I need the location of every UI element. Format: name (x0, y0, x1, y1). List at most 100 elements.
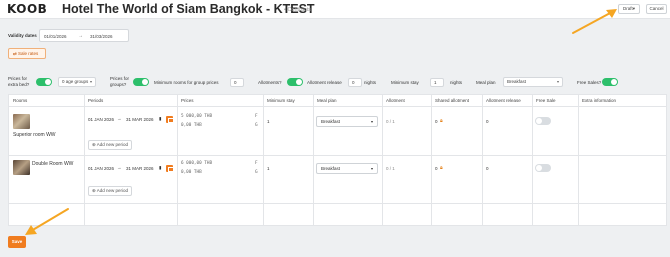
price-tag: F (255, 114, 258, 119)
validity-label: Validity dates (8, 33, 37, 38)
divider (177, 95, 178, 225)
breadcrumb[interactable]: • Contracts (284, 7, 311, 13)
min-stay-value[interactable]: 1 (267, 119, 270, 124)
column-header: Allotment (386, 98, 405, 103)
add-new-period-button[interactable]: ⊕ Add new period (88, 186, 133, 196)
age-groups-select[interactable]: 0 age groups ▾ (58, 77, 96, 87)
calendar-icon[interactable] (166, 165, 174, 172)
chevron-down-icon: ▾ (89, 79, 92, 84)
annotation-arrow-icon (25, 208, 69, 235)
divider (532, 95, 533, 225)
free-sales-label: Free Sales? (577, 80, 602, 85)
koob-logo[interactable]: KOOB (7, 2, 47, 16)
periods-table: Rooms Periods Prices Minimum stay Meal p… (8, 94, 667, 226)
divider (84, 95, 85, 225)
meal-plan-select[interactable]: Breakfast ▾ (316, 116, 378, 127)
draft-status-dropdown[interactable]: Draft▾ (618, 4, 640, 14)
column-header: Minimum stay (267, 98, 295, 103)
sale-rates-button[interactable]: ⇄ Sale rates (8, 48, 46, 59)
min-rooms-label: Minimum rooms for group prices (154, 80, 219, 85)
meal-plan-value: Breakfast (321, 119, 341, 124)
price-value: 0,00 THB (181, 170, 202, 175)
arrow-right-icon: → (117, 165, 122, 170)
min-stay-label: Minimum stay (391, 80, 419, 85)
nights-label-1: nights (364, 80, 377, 85)
draft-label: Draft (622, 6, 633, 11)
shared-allotment-value[interactable]: 0 (435, 166, 438, 171)
divider (382, 95, 383, 225)
allotment-value[interactable]: 0 / 1 (386, 119, 395, 124)
groups-label-1: Prices for (110, 76, 130, 81)
room-photo (13, 160, 30, 175)
divider (482, 95, 483, 225)
price-value: 0,00 THB (181, 123, 202, 128)
date-from: 01/01/2026 (44, 34, 67, 39)
allotment-release-value[interactable]: 0 (486, 119, 489, 124)
extra-bed-toggle[interactable] (36, 78, 52, 86)
chevron-down-icon: ▾ (370, 119, 373, 124)
divider (9, 203, 666, 204)
allotment-value[interactable]: 0 / 1 (386, 166, 395, 171)
arrow-right-icon: → (117, 116, 122, 121)
lock-icon[interactable]: 🔒︎ (440, 118, 443, 124)
column-header: Free Sale (536, 98, 556, 103)
meal-plan-select[interactable]: Breakfast ▾ (316, 163, 378, 174)
room-name: Superior room WW (13, 132, 56, 138)
allotment-release-value[interactable]: 0 (486, 166, 489, 171)
min-stay-input[interactable]: 1 (430, 78, 444, 87)
allotments-toggle[interactable] (287, 78, 303, 86)
arrow-right-icon: → (78, 33, 83, 39)
meal-plan-select[interactable]: Breakfast ▾ (503, 77, 563, 87)
free-sales-toggle[interactable] (602, 78, 618, 86)
divider (578, 95, 579, 225)
price-tag: G (255, 123, 258, 128)
annotation-arrow-icon (572, 9, 617, 34)
price-tag: F (255, 161, 258, 166)
contract-page: KOOB Hotel The World of Siam Bangkok - K… (0, 0, 670, 257)
divider (313, 95, 314, 225)
calendar-icon[interactable] (166, 116, 174, 123)
delete-period-icon[interactable]: ▮ (159, 165, 161, 171)
column-header: Extra information (582, 98, 617, 103)
meal-plan-label: Meal plan (476, 80, 496, 85)
extra-bed-label-1: Prices for (8, 76, 28, 81)
extra-bed-label-2: extra bed? (8, 82, 30, 87)
divider (9, 106, 666, 107)
room-photo (13, 114, 30, 129)
chevron-down-icon: ▾ (556, 79, 559, 84)
room-name: Double Room WW (32, 161, 74, 167)
column-header: Shared allotment (435, 98, 470, 103)
divider (431, 95, 432, 225)
divider (263, 95, 264, 225)
validity-date-range-input[interactable]: 01/01/2026 → 31/03/2026 (39, 29, 129, 42)
column-header: Allotment release (486, 98, 521, 103)
divider (9, 155, 666, 156)
age-groups-value: 0 age groups (62, 79, 89, 84)
shared-allotment-value[interactable]: 0 (435, 119, 438, 124)
min-rooms-input[interactable]: 0 (230, 78, 244, 87)
lock-icon[interactable]: 🔒︎ (440, 165, 443, 171)
column-header: Prices (181, 98, 194, 103)
period-to: 31 MAR 2026 (126, 166, 154, 171)
allotment-release-input[interactable]: 0 (348, 78, 362, 87)
period-from: 01 JAN 2026 (88, 117, 115, 122)
groups-label-2: groups? (110, 82, 127, 87)
min-stay-value[interactable]: 1 (267, 166, 270, 171)
free-sale-toggle[interactable] (535, 117, 551, 125)
meal-plan-value: Breakfast (507, 79, 527, 84)
price-value: 5 000,00 THB (181, 114, 213, 119)
cancel-button[interactable]: Cancel (646, 4, 667, 14)
price-tag: G (255, 170, 258, 175)
column-header: Rooms (13, 98, 28, 103)
column-header: Meal plan (317, 98, 337, 103)
meal-plan-value: Breakfast (321, 166, 341, 171)
delete-period-icon[interactable]: ▮ (159, 116, 161, 122)
chevron-down-icon: ▾ (632, 6, 636, 11)
group-prices-toggle[interactable] (133, 78, 149, 86)
column-header: Periods (88, 98, 104, 103)
free-sale-toggle[interactable] (535, 164, 551, 172)
page-title: Hotel The World of Siam Bangkok - KTEST (62, 2, 315, 16)
price-value: 6 000,00 THB (181, 161, 213, 166)
nights-label-2: nights (450, 80, 463, 85)
add-new-period-button[interactable]: ⊕ Add new period (88, 140, 133, 150)
